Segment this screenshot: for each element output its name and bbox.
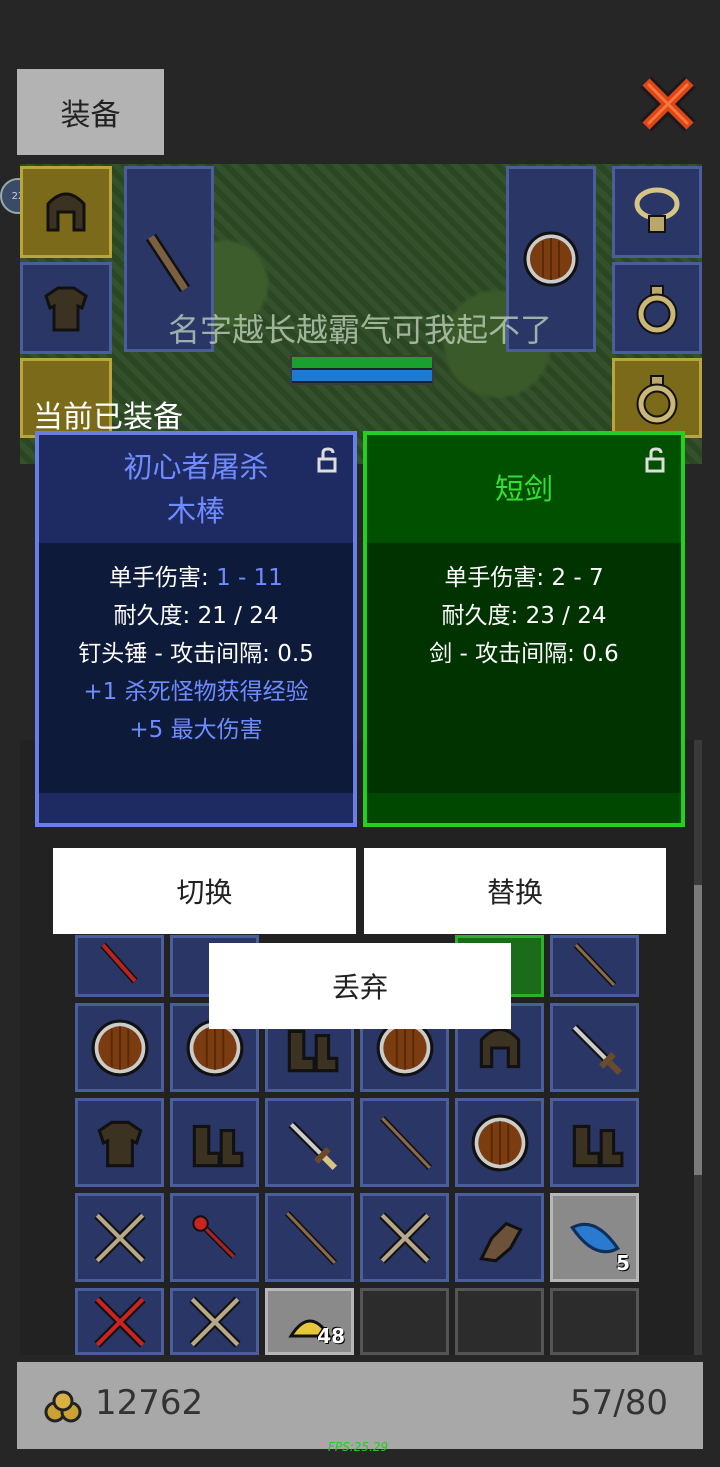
inventory-slot[interactable] bbox=[170, 1288, 259, 1355]
inventory-slot[interactable] bbox=[75, 1003, 164, 1092]
inventory-slot[interactable]: 48 bbox=[265, 1288, 354, 1355]
item-bonus: +1 杀死怪物获得经验 bbox=[83, 679, 309, 705]
unlock-icon[interactable] bbox=[643, 447, 669, 473]
stack-count: 5 bbox=[616, 1251, 630, 1275]
ring-slot-2[interactable] bbox=[612, 358, 702, 438]
shield-icon bbox=[523, 231, 579, 287]
crossed-swords-icon bbox=[188, 1295, 241, 1348]
item-name-line1: 初心者屠杀 bbox=[123, 450, 269, 484]
spear-icon bbox=[573, 942, 616, 988]
selected-item-card: 短剑 单手伤害: 2 - 7 耐久度: 23 / 24 剑 - 攻击间隔: 0.… bbox=[363, 431, 685, 827]
ring-slot-1[interactable] bbox=[612, 262, 702, 354]
club-icon bbox=[145, 233, 191, 293]
switch-button[interactable]: 切换 bbox=[53, 848, 356, 934]
equipped-section-title: 当前已装备 bbox=[33, 400, 183, 435]
inventory-slot[interactable] bbox=[75, 1288, 164, 1355]
item-durability: 耐久度: 21 / 24 bbox=[113, 603, 279, 629]
amulet-slot[interactable] bbox=[612, 166, 702, 258]
inventory-slot[interactable] bbox=[455, 1193, 544, 1282]
inventory-capacity: 57/80 bbox=[570, 1383, 668, 1423]
inventory-slot[interactable] bbox=[550, 1003, 639, 1092]
item-damage: 单手伤害: 1 - 11 bbox=[109, 565, 283, 591]
inventory-slot[interactable]: 5 bbox=[550, 1193, 639, 1282]
ring-icon bbox=[636, 375, 678, 425]
gauntlet-icon bbox=[478, 1221, 523, 1262]
player-health-bar bbox=[290, 355, 434, 385]
mace-icon bbox=[99, 942, 138, 984]
replace-button[interactable]: 替换 bbox=[364, 848, 666, 934]
item-name: 短剑 bbox=[494, 472, 553, 506]
inventory-slot[interactable] bbox=[360, 1193, 449, 1282]
gold-amount: 12762 bbox=[95, 1383, 204, 1423]
inventory-scrollbar[interactable] bbox=[694, 740, 702, 1355]
helmet-slot[interactable] bbox=[20, 166, 112, 258]
armor-icon bbox=[96, 1120, 143, 1167]
inventory-slot-empty[interactable] bbox=[455, 1288, 544, 1355]
item-durability: 耐久度: 23 / 24 bbox=[441, 603, 607, 629]
inventory-slot[interactable] bbox=[360, 1098, 449, 1187]
player-name: 名字越长越霸气可我起不了 bbox=[167, 311, 552, 349]
boots-icon bbox=[572, 1124, 623, 1167]
inventory-slot[interactable] bbox=[75, 1193, 164, 1282]
spear-icon bbox=[379, 1115, 432, 1170]
ring-icon bbox=[636, 285, 678, 335]
close-icon[interactable] bbox=[638, 74, 698, 134]
stack-count: 48 bbox=[317, 1324, 345, 1348]
item-bonus: +5 最大伤害 bbox=[129, 717, 263, 743]
inventory-slot[interactable] bbox=[265, 1193, 354, 1282]
crossed-swords-icon bbox=[378, 1211, 431, 1264]
inventory-slot[interactable] bbox=[75, 1098, 164, 1187]
item-type-speed: 剑 - 攻击间隔: 0.6 bbox=[429, 641, 619, 667]
inventory-slot[interactable] bbox=[550, 1098, 639, 1187]
sword-icon bbox=[570, 1023, 622, 1075]
inventory-slot-empty[interactable] bbox=[550, 1288, 639, 1355]
item-damage: 单手伤害: 2 - 7 bbox=[444, 565, 604, 591]
inventory-slot[interactable] bbox=[550, 935, 639, 997]
inventory-slot[interactable] bbox=[170, 1193, 259, 1282]
amulet-icon bbox=[634, 187, 680, 233]
armor-slot[interactable] bbox=[20, 262, 112, 354]
inventory-slot[interactable] bbox=[265, 1098, 354, 1187]
helmet-icon bbox=[46, 192, 86, 232]
sword-icon bbox=[287, 1120, 337, 1170]
discard-button[interactable]: 丢弃 bbox=[209, 943, 511, 1029]
fps-counter: FPS:25.29 bbox=[328, 1440, 389, 1454]
item-type-speed: 钉头锤 - 攻击间隔: 0.5 bbox=[78, 641, 314, 667]
unlock-icon[interactable] bbox=[315, 447, 341, 473]
spear-icon bbox=[284, 1210, 337, 1265]
inventory-slot-empty[interactable] bbox=[360, 1288, 449, 1355]
armor-icon bbox=[44, 286, 88, 332]
shield-icon bbox=[471, 1114, 528, 1171]
inventory-slot[interactable] bbox=[170, 1098, 259, 1187]
boots-icon bbox=[192, 1124, 243, 1167]
crossed-swords-icon bbox=[93, 1211, 146, 1264]
mace-icon bbox=[191, 1214, 236, 1259]
current-item-card: 初心者屠杀 木棒 单手伤害: 1 - 11 耐久度: 21 / 24 钉头锤 -… bbox=[35, 431, 357, 827]
crossed-swords-icon bbox=[93, 1295, 146, 1348]
tab-equipment[interactable]: 装备 bbox=[17, 69, 164, 155]
item-name-line2: 木棒 bbox=[166, 494, 225, 528]
inventory-slot[interactable] bbox=[75, 935, 164, 997]
shield-icon bbox=[91, 1019, 148, 1076]
gold-coins-icon bbox=[43, 1390, 83, 1424]
inventory-slot[interactable] bbox=[455, 1098, 544, 1187]
